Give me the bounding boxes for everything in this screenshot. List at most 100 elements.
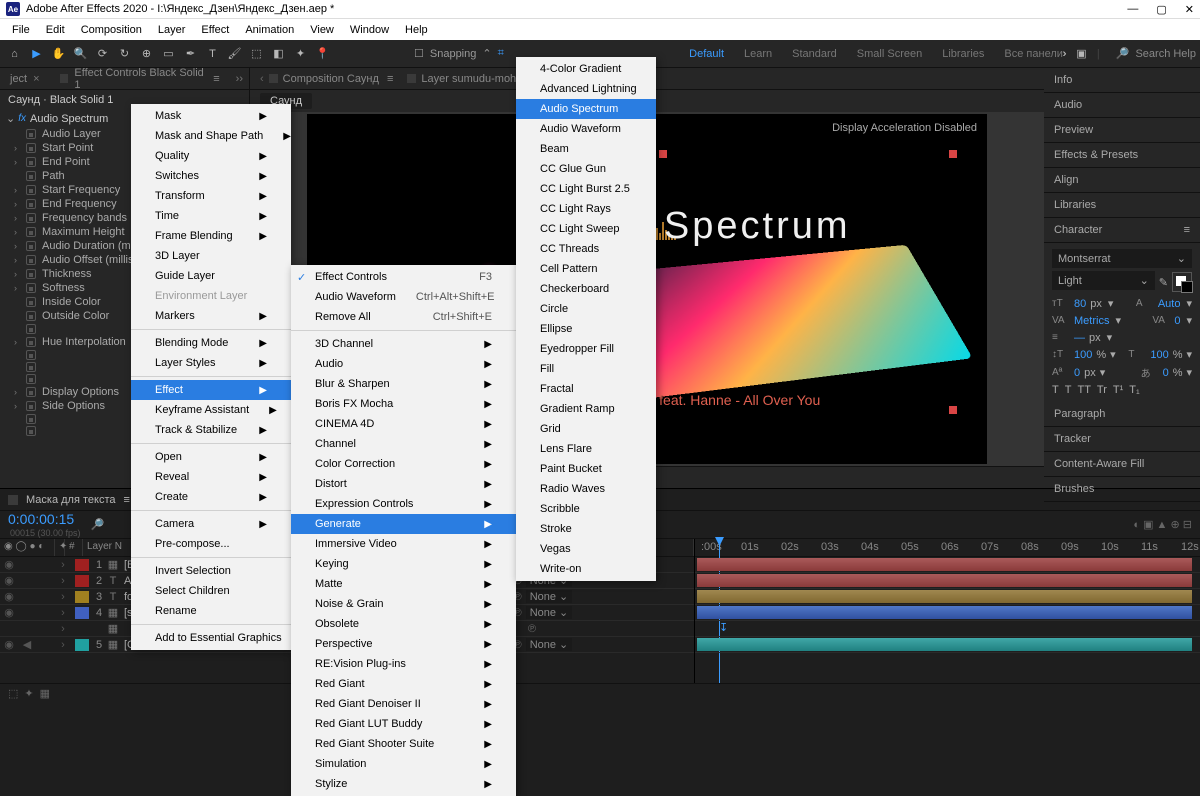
baseline-value[interactable]: 0 — [1074, 367, 1080, 379]
menu-item[interactable]: Create▶ — [131, 487, 291, 507]
menu-item[interactable]: Effect▶ — [131, 380, 291, 400]
leading-value[interactable]: Auto — [1158, 298, 1181, 310]
workspace-2[interactable]: Standard — [792, 48, 837, 60]
text-style-button[interactable]: T — [1065, 384, 1072, 396]
track-row[interactable]: ↧ — [695, 621, 1200, 637]
menu-item[interactable]: ✓Effect ControlsF3 — [291, 267, 516, 287]
pen-tool[interactable]: ✒ — [180, 43, 201, 64]
menu-item[interactable]: Open▶ — [131, 447, 291, 467]
hscale-value[interactable]: 100 — [1074, 349, 1092, 361]
track-row[interactable] — [695, 637, 1200, 653]
menu-item[interactable]: Paint Bucket — [516, 459, 656, 479]
color-swatch[interactable] — [1172, 272, 1192, 292]
menu-item[interactable]: Audio Waveform — [516, 119, 656, 139]
panel-section[interactable]: Audio — [1044, 93, 1200, 118]
menu-item[interactable]: Red Giant▶ — [291, 674, 516, 694]
kerning-value[interactable]: Metrics — [1074, 315, 1109, 327]
rect-tool[interactable]: ▭ — [158, 43, 179, 64]
menu-item[interactable]: Write-on — [516, 559, 656, 579]
menu-item[interactable]: Reveal▶ — [131, 467, 291, 487]
clone-tool[interactable]: ⬚ — [246, 43, 267, 64]
toggle-switch-icon[interactable]: ▦ — [40, 687, 50, 700]
timecode[interactable]: 0:00:00:15 — [8, 511, 74, 527]
maximize-button[interactable]: ▢ — [1156, 3, 1166, 16]
menu-item[interactable]: Expression Controls▶ — [291, 494, 516, 514]
panel-section[interactable]: Effects & Presets — [1044, 143, 1200, 168]
menu-item[interactable]: Simulation▶ — [291, 754, 516, 774]
menu-item[interactable]: Keying▶ — [291, 554, 516, 574]
effect-controls-tab[interactable]: Effect Controls Black Solid 1 ≡ — [50, 68, 230, 89]
menu-composition[interactable]: Composition — [73, 24, 150, 36]
panel-section[interactable]: Content-Aware Fill — [1044, 452, 1200, 477]
font-weight-dropdown[interactable]: Light⌄ — [1052, 271, 1155, 290]
menu-item[interactable]: Scribble — [516, 499, 656, 519]
menu-item[interactable]: Environment Layer — [131, 286, 291, 306]
eraser-tool[interactable]: ◧ — [268, 43, 289, 64]
puppet-tool[interactable]: 📍 — [312, 43, 333, 64]
menu-file[interactable]: File — [4, 24, 38, 36]
menu-item[interactable]: Audio Spectrum — [516, 99, 656, 119]
anchor-tool[interactable]: ⊕ — [136, 43, 157, 64]
font-family-dropdown[interactable]: Montserrat⌄ — [1052, 249, 1192, 268]
track-row[interactable] — [695, 573, 1200, 589]
menu-item[interactable]: Camera▶ — [131, 514, 291, 534]
snapping-checkbox[interactable]: ☐ — [414, 47, 424, 60]
panel-section[interactable]: Tracker — [1044, 427, 1200, 452]
menu-item[interactable]: Pre-compose... — [131, 534, 291, 554]
menu-item[interactable]: Cell Pattern — [516, 259, 656, 279]
menu-item[interactable]: Checkerboard — [516, 279, 656, 299]
menu-item[interactable]: Beam — [516, 139, 656, 159]
menu-item[interactable]: Matte▶ — [291, 574, 516, 594]
menu-item[interactable]: Red Giant LUT Buddy▶ — [291, 714, 516, 734]
panel-section[interactable]: Paragraph — [1044, 402, 1200, 427]
toggle-switch-icon[interactable]: ⬚ — [8, 687, 18, 700]
menu-item[interactable]: Transform▶ — [131, 186, 291, 206]
tab-menu-icon[interactable]: ≡ — [123, 494, 129, 506]
roto-tool[interactable]: ✦ — [290, 43, 311, 64]
menu-item[interactable]: Frame Blending▶ — [131, 226, 291, 246]
stroke-value[interactable]: — — [1074, 332, 1085, 344]
text-tool[interactable]: T — [202, 43, 223, 64]
text-style-button[interactable]: TT — [1077, 384, 1090, 396]
menu-item[interactable]: Audio▶ — [291, 354, 516, 374]
menu-item[interactable]: CC Light Rays — [516, 199, 656, 219]
menu-edit[interactable]: Edit — [38, 24, 73, 36]
menu-item[interactable]: Lens Flare — [516, 439, 656, 459]
vscale-value[interactable]: 100 — [1150, 349, 1168, 361]
menu-item[interactable]: Channel▶ — [291, 434, 516, 454]
menu-item[interactable]: Circle — [516, 299, 656, 319]
menu-item[interactable]: Generate▶ — [291, 514, 516, 534]
menu-item[interactable]: Perspective▶ — [291, 634, 516, 654]
menu-item[interactable]: 3D Layer — [131, 246, 291, 266]
menu-item[interactable]: Red Giant Shooter Suite▶ — [291, 734, 516, 754]
search-input[interactable]: Search Help — [1135, 48, 1196, 60]
selection-tool[interactable]: ▶ — [26, 43, 47, 64]
snap-ext-icon[interactable]: ⌗ — [498, 47, 504, 60]
menu-view[interactable]: View — [302, 24, 342, 36]
menu-item[interactable]: Switches▶ — [131, 166, 291, 186]
track-row[interactable] — [695, 557, 1200, 573]
menu-item[interactable]: Vegas — [516, 539, 656, 559]
toggle-switch-icon[interactable]: ✦ — [24, 687, 33, 700]
menu-item[interactable]: Select Children — [131, 581, 291, 601]
menu-item[interactable]: Invert Selection — [131, 561, 291, 581]
menu-item[interactable]: Grid — [516, 419, 656, 439]
hand-tool[interactable]: ✋ — [48, 43, 69, 64]
text-style-button[interactable]: T¹ — [1113, 384, 1123, 396]
menu-item[interactable]: Rename — [131, 601, 291, 621]
menu-item[interactable]: Mask▶ — [131, 106, 291, 126]
zoom-tool[interactable]: 🔍 — [70, 43, 91, 64]
workspace-box-icon[interactable]: ▣ — [1071, 43, 1092, 64]
panel-section[interactable]: Character ≡ — [1044, 218, 1200, 243]
selection-handle[interactable] — [659, 150, 667, 158]
panel-menu-icon[interactable]: ›› — [230, 73, 249, 85]
snap-caret-icon[interactable]: ⌃ — [482, 47, 491, 60]
menu-item[interactable]: Boris FX Mocha▶ — [291, 394, 516, 414]
menu-item[interactable]: Blur & Sharpen▶ — [291, 374, 516, 394]
menu-window[interactable]: Window — [342, 24, 397, 36]
close-button[interactable]: ✕ — [1185, 3, 1194, 16]
menu-item[interactable]: Obsolete▶ — [291, 614, 516, 634]
home-tool[interactable]: ⌂ — [4, 43, 25, 64]
menu-help[interactable]: Help — [397, 24, 436, 36]
menu-item[interactable]: CC Light Sweep — [516, 219, 656, 239]
